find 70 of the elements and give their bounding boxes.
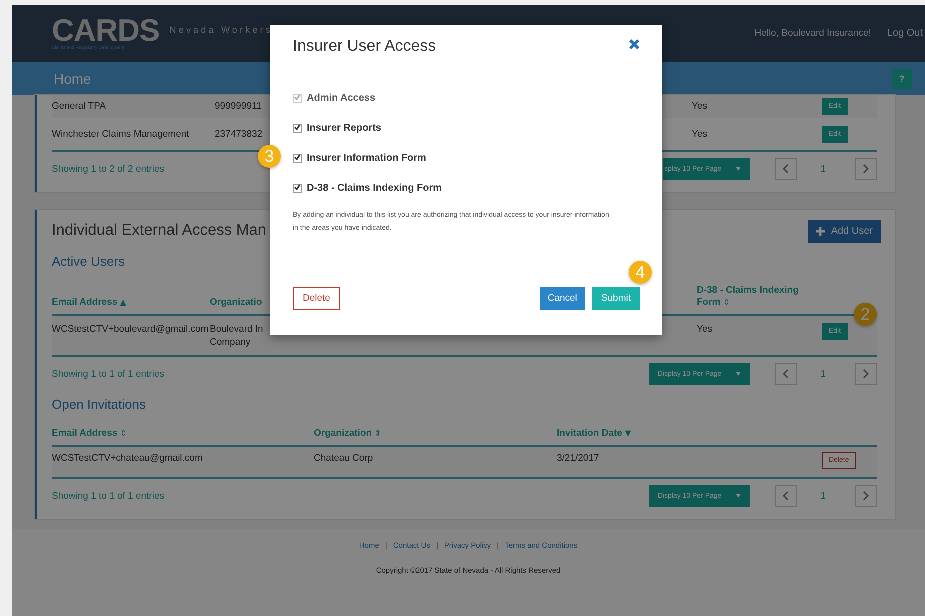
- column-header[interactable]: Email Address ▲: [52, 297, 126, 309]
- sort-icon: ▼: [625, 429, 632, 438]
- plus-icon: [816, 226, 826, 236]
- modal-title: Insurer User Access: [293, 38, 436, 56]
- column-header[interactable]: Organization ⇕: [314, 428, 382, 440]
- sort-icon: ⇕: [120, 429, 127, 438]
- page-title: Home: [54, 70, 92, 86]
- submit-button[interactable]: Submit: [592, 287, 640, 310]
- step-badge: 4: [629, 261, 652, 284]
- chevron-right-icon: [863, 369, 869, 379]
- greeting-text: Hello, Boulevard Insurance!: [754, 28, 872, 39]
- checkbox-option[interactable]: Insurer Information Form: [293, 151, 426, 165]
- column-header[interactable]: Email Address ⇕: [52, 428, 127, 440]
- next-page-button[interactable]: [855, 158, 877, 180]
- column-header[interactable]: D-38 - Claims Indexing Form ⇕: [697, 285, 812, 309]
- table-cell: WCSTestCTV+chateau@gmail.com: [52, 452, 203, 465]
- previous-page-button[interactable]: [774, 363, 797, 385]
- chevron-left-icon: [782, 369, 789, 379]
- table-cell: 3/21/2017: [557, 452, 600, 465]
- previous-page-button[interactable]: [774, 485, 797, 507]
- table-cell: 999999911: [215, 100, 262, 113]
- column-header[interactable]: Organizatio: [210, 297, 262, 309]
- close-icon: [629, 38, 640, 50]
- help-button[interactable]: ?: [892, 68, 912, 88]
- cancel-button[interactable]: Cancel: [540, 287, 586, 310]
- subsection-title: Active Users: [52, 254, 126, 269]
- chevron-right-icon: [863, 164, 869, 174]
- sort-icon: ⇕: [723, 298, 730, 307]
- entries-summary: Showing 1 to 2 of 2 entries: [52, 164, 164, 174]
- table-cell: Winchester Claims Management: [52, 128, 190, 140]
- chevron-right-icon: [863, 491, 869, 501]
- entries-summary: Showing 1 to 1 of 1 entries: [52, 490, 164, 502]
- step-badge: 3: [258, 145, 281, 168]
- table-cell: 237473832: [215, 128, 263, 140]
- table-cell: Yes: [697, 323, 712, 336]
- entries-summary: Showing 1 to 1 of 1 entries: [52, 368, 164, 380]
- table-cell: Chateau Corp: [314, 452, 374, 465]
- table-cell: WCStestCTV+boulevard@gmail.com: [52, 323, 209, 336]
- delete-button[interactable]: Delete: [293, 287, 340, 310]
- table-cell: Yes: [692, 128, 708, 140]
- table-cell: Yes: [692, 100, 708, 113]
- step-badge: 2: [854, 303, 877, 326]
- checkbox[interactable]: [293, 154, 302, 162]
- checkbox-option[interactable]: D-38 - Claims Indexing Form: [293, 181, 442, 195]
- next-page-button[interactable]: [855, 485, 877, 507]
- column-header[interactable]: Invitation Date ▼: [557, 428, 632, 440]
- caret-icon: [736, 372, 741, 376]
- page-number[interactable]: 1: [820, 164, 826, 174]
- add-user-button[interactable]: Add User: [808, 220, 881, 242]
- chevron-left-icon: [782, 164, 789, 174]
- checkbox-option[interactable]: Insurer Reports: [293, 121, 382, 135]
- subsection-title: Open Invitations: [52, 397, 147, 412]
- section-title: Individual External Access Man: [52, 222, 267, 240]
- page-number[interactable]: 1: [820, 368, 826, 380]
- sort-icon: ▲: [120, 298, 126, 307]
- previous-page-button[interactable]: [774, 158, 797, 180]
- site-title: Nevada Workers: [170, 24, 273, 34]
- table-cell: Boulevard In Company: [210, 323, 264, 349]
- close-button[interactable]: [629, 38, 640, 50]
- caret-icon: [736, 494, 741, 498]
- next-page-button[interactable]: [855, 363, 877, 385]
- logo[interactable]: CARDS: [52, 16, 160, 44]
- checkbox[interactable]: [293, 124, 302, 132]
- chevron-left-icon: [782, 491, 789, 501]
- checkbox[interactable]: [293, 184, 302, 192]
- table-cell: General TPA: [52, 100, 106, 113]
- log-out-link[interactable]: Log Out: [887, 28, 923, 39]
- caret-icon: [736, 167, 741, 171]
- sort-icon: ⇕: [374, 429, 382, 438]
- page-number[interactable]: 1: [820, 490, 826, 502]
